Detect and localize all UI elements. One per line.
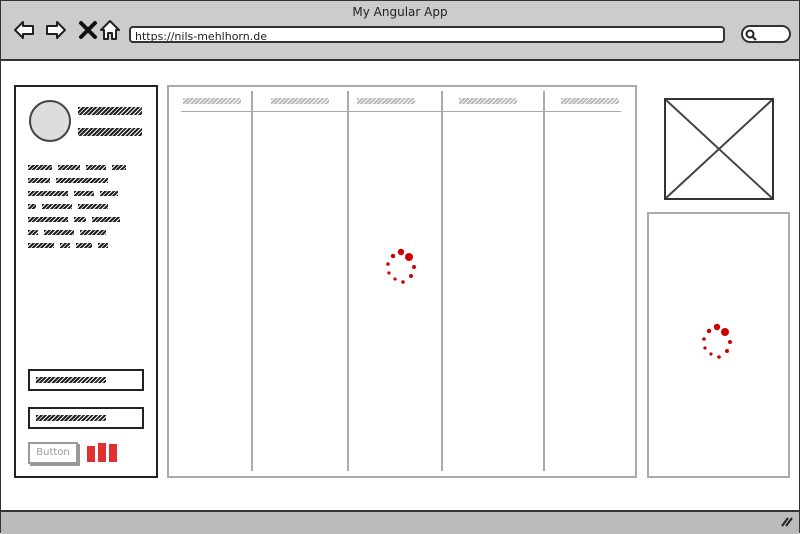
bar-chart-icon	[87, 443, 117, 462]
column-header-4	[459, 98, 517, 104]
window-title: My Angular App	[352, 5, 448, 19]
profile-bio-placeholder	[28, 161, 144, 252]
text-field-2[interactable]	[28, 407, 144, 429]
loading-spinner-icon	[702, 323, 732, 359]
image-placeholder	[664, 98, 774, 200]
column-divider	[251, 91, 253, 471]
profile-subtitle-placeholder	[78, 128, 142, 136]
search-input[interactable]	[741, 25, 791, 43]
column-header-2	[271, 98, 329, 104]
image-icon	[665, 99, 773, 199]
browser-statusbar	[1, 510, 799, 534]
browser-titlebar: My Angular App https://nils-mehlhorn.de	[1, 1, 799, 61]
forward-arrow-icon[interactable]	[45, 19, 67, 41]
text-field-1[interactable]	[28, 369, 144, 391]
address-bar[interactable]: https://nils-mehlhorn.de	[129, 26, 725, 43]
browser-window: My Angular App https://nils-mehlhorn.de	[0, 0, 800, 534]
action-button[interactable]: Button	[28, 442, 78, 464]
resize-handle-icon[interactable]	[781, 517, 793, 527]
header-divider	[181, 111, 621, 112]
back-arrow-icon[interactable]	[13, 19, 35, 41]
close-icon[interactable]	[77, 19, 99, 41]
column-header-3	[357, 98, 415, 104]
profile-sidebar: Button	[14, 85, 158, 478]
loading-spinner-icon	[386, 248, 416, 284]
column-header-5	[561, 98, 619, 104]
search-icon	[745, 29, 757, 41]
side-panel	[647, 212, 790, 478]
home-icon[interactable]	[99, 19, 121, 41]
profile-name-placeholder	[78, 107, 142, 115]
column-header-1	[183, 98, 241, 104]
column-divider	[441, 91, 443, 471]
avatar	[29, 100, 71, 142]
column-divider	[347, 91, 349, 471]
data-table	[167, 85, 637, 478]
column-divider	[543, 91, 545, 471]
